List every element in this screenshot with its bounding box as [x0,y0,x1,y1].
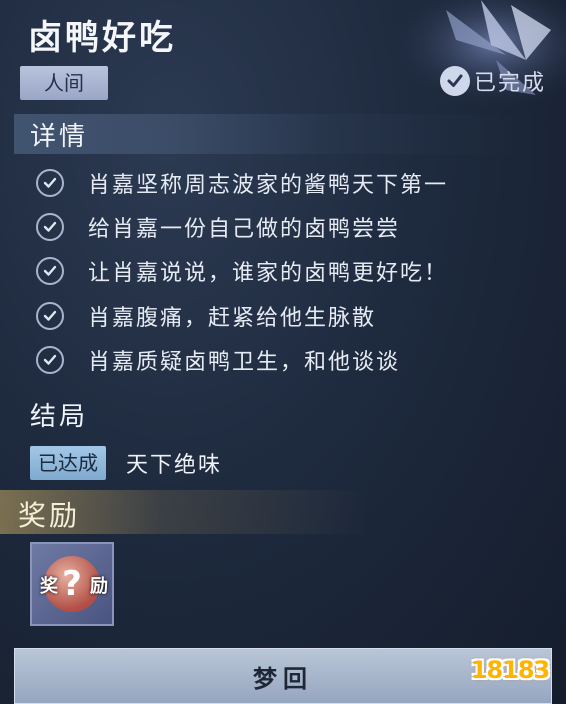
completed-status: 已完成 [473,71,546,96]
achieved-badge: 已达成 [30,446,106,480]
task-check-icon [36,257,64,285]
dream-replay-label: 梦回 [253,664,313,693]
task-check-icon [36,346,64,374]
task-check-icon [36,213,64,241]
reward-item-label: 奖 励 [40,576,108,597]
ending-heading: 结局 [30,402,89,432]
quest-title: 卤鸭好吃 [28,18,176,58]
task-item: 肖嘉腹痛，赶紧给他生脉散 [36,296,376,336]
details-heading: 详情 [30,122,89,152]
task-item: 让肖嘉说说，谁家的卤鸭更好吃！ [36,251,448,291]
task-item: 给肖嘉一份自己做的卤鸭尝尝 [36,207,400,247]
task-text: 给肖嘉一份自己做的卤鸭尝尝 [88,217,401,242]
realm-tag: 人间 [20,66,108,100]
ending-row: 已达成 天下绝味 [30,446,222,480]
task-check-icon [36,169,64,197]
task-text: 肖嘉腹痛，赶紧给他生脉散 [88,306,377,331]
task-item: 肖嘉坚称周志波家的酱鸭天下第一 [36,163,448,203]
completed-badge: 已完成 [439,64,546,98]
task-check-icon [36,302,64,330]
ending-name: 天下绝味 [126,453,223,478]
reward-heading: 奖励 [18,499,81,532]
task-text: 肖嘉质疑卤鸭卫生，和他谈谈 [88,350,401,375]
task-text: 让肖嘉说说，谁家的卤鸭更好吃！ [88,261,449,286]
task-item: 肖嘉质疑卤鸭卫生，和他谈谈 [36,340,400,380]
completed-check-icon [439,66,470,96]
watermark-logo: 18183 [470,656,550,684]
reward-item-slot[interactable]: ? 奖 励 [30,542,114,626]
details-section-bar [14,114,534,154]
task-text: 肖嘉坚称周志波家的酱鸭天下第一 [88,173,449,198]
